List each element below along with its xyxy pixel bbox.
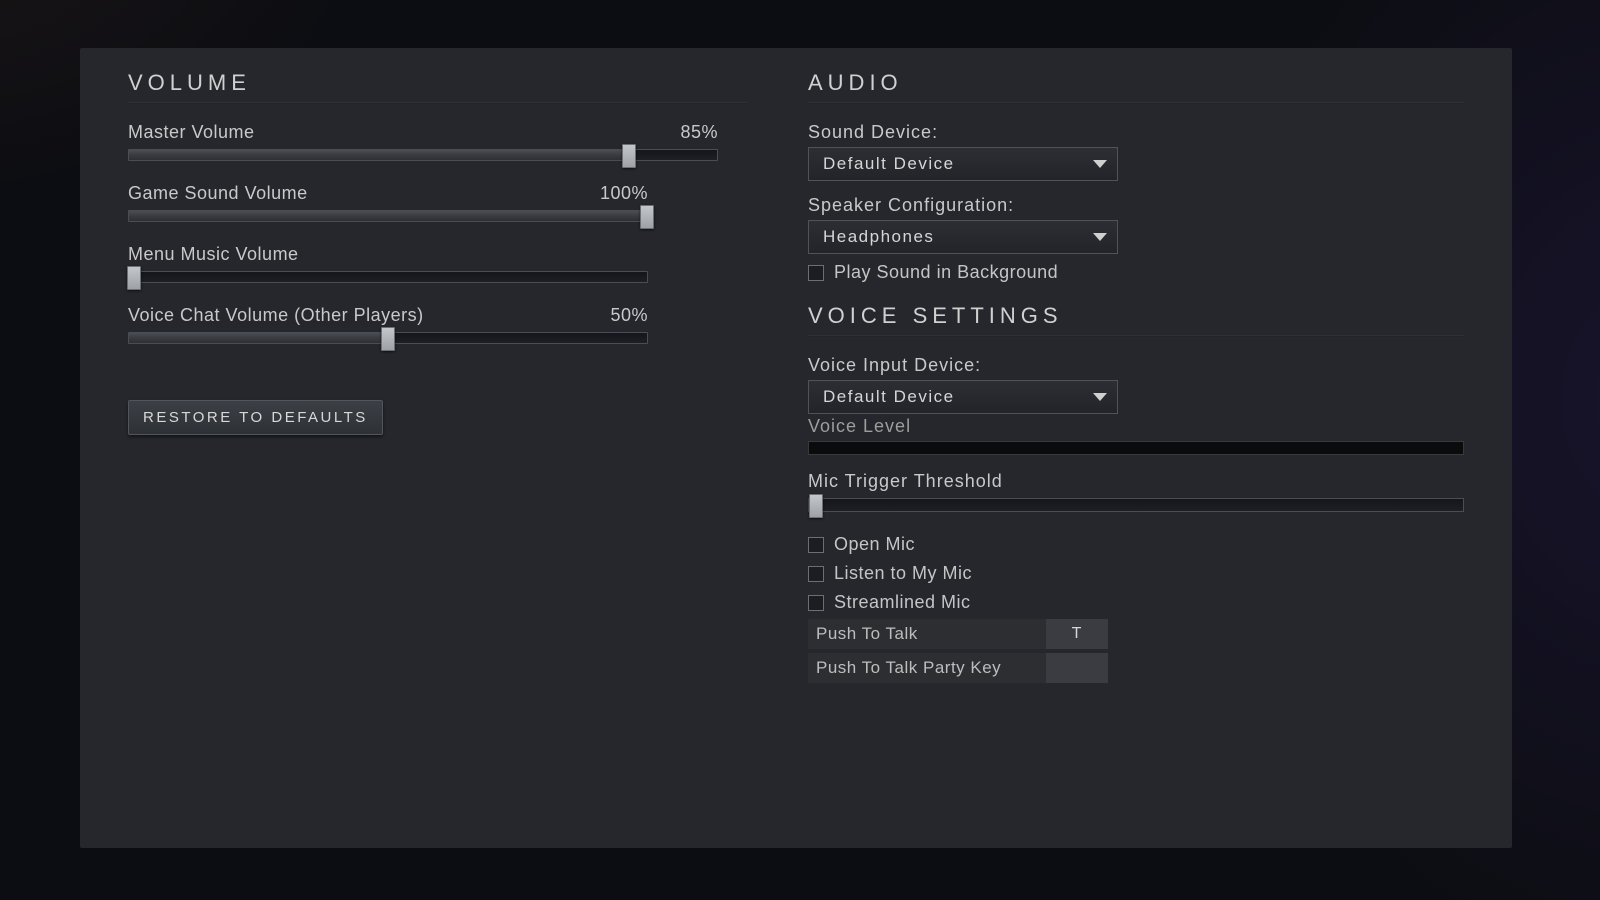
streamlined-mic-checkbox[interactable]: [808, 595, 824, 611]
voice-input-device-dropdown[interactable]: Default Device: [808, 380, 1118, 414]
divider: [808, 102, 1464, 104]
push-to-talk-party-label: Push To Talk Party Key: [808, 653, 1046, 683]
push-to-talk-party-keybind[interactable]: [1046, 653, 1108, 683]
audio-section-title: AUDIO: [808, 70, 1464, 96]
menu-music-label: Menu Music Volume: [128, 244, 299, 265]
restore-defaults-button[interactable]: RESTORE TO DEFAULTS: [128, 400, 383, 435]
mic-threshold-slider[interactable]: [808, 498, 1464, 512]
voice-input-device-label: Voice Input Device:: [808, 355, 1464, 376]
open-mic-checkbox[interactable]: [808, 537, 824, 553]
divider: [128, 102, 748, 104]
listen-to-my-mic-checkbox[interactable]: [808, 566, 824, 582]
slider-thumb[interactable]: [809, 494, 823, 518]
menu-music-block: Menu Music Volume: [128, 244, 648, 283]
push-to-talk-label: Push To Talk: [808, 619, 1046, 649]
chevron-down-icon: [1093, 160, 1107, 168]
audio-column: AUDIO Sound Device: Default Device Speak…: [808, 70, 1464, 687]
slider-thumb[interactable]: [127, 266, 141, 290]
game-sound-label: Game Sound Volume: [128, 183, 308, 204]
push-to-talk-party-row: Push To Talk Party Key: [808, 653, 1108, 683]
voice-chat-volume-block: Voice Chat Volume (Other Players) 50%: [128, 305, 648, 344]
slider-thumb[interactable]: [622, 144, 636, 168]
slider-fill: [129, 211, 647, 221]
push-to-talk-keybind[interactable]: T: [1046, 619, 1108, 649]
master-volume-slider[interactable]: [128, 149, 718, 161]
slider-thumb[interactable]: [381, 327, 395, 351]
menu-music-slider[interactable]: [128, 271, 648, 283]
open-mic-label: Open Mic: [834, 534, 915, 555]
master-volume-label: Master Volume: [128, 122, 255, 143]
chevron-down-icon: [1093, 393, 1107, 401]
master-volume-value: 85%: [680, 122, 718, 143]
sound-device-dropdown[interactable]: Default Device: [808, 147, 1118, 181]
game-sound-value: 100%: [600, 183, 648, 204]
mic-threshold-label: Mic Trigger Threshold: [808, 471, 1464, 492]
listen-to-my-mic-label: Listen to My Mic: [834, 563, 972, 584]
slider-fill: [129, 333, 388, 343]
voice-chat-volume-label: Voice Chat Volume (Other Players): [128, 305, 424, 326]
game-sound-block: Game Sound Volume 100%: [128, 183, 648, 222]
speaker-config-label: Speaker Configuration:: [808, 195, 1464, 216]
game-sound-slider[interactable]: [128, 210, 648, 222]
volume-section-title: VOLUME: [128, 70, 748, 96]
slider-thumb[interactable]: [640, 205, 654, 229]
play-sound-background-checkbox[interactable]: [808, 265, 824, 281]
voice-level-label: Voice Level: [808, 416, 1464, 437]
sound-device-label: Sound Device:: [808, 122, 1464, 143]
voice-section-title: VOICE SETTINGS: [808, 303, 1464, 329]
speaker-config-value: Headphones: [823, 227, 934, 247]
sound-device-value: Default Device: [823, 154, 955, 174]
chevron-down-icon: [1093, 233, 1107, 241]
voice-level-meter: [808, 441, 1464, 455]
audio-settings-panel: VOLUME Master Volume 85% Game Sound Volu…: [80, 48, 1512, 848]
divider: [808, 335, 1464, 337]
voice-chat-volume-slider[interactable]: [128, 332, 648, 344]
streamlined-mic-label: Streamlined Mic: [834, 592, 971, 613]
play-sound-background-label: Play Sound in Background: [834, 262, 1058, 283]
master-volume-block: Master Volume 85%: [128, 122, 718, 161]
voice-input-device-value: Default Device: [823, 387, 955, 407]
slider-fill: [129, 150, 629, 160]
push-to-talk-row: Push To Talk T: [808, 619, 1108, 649]
speaker-config-dropdown[interactable]: Headphones: [808, 220, 1118, 254]
volume-column: VOLUME Master Volume 85% Game Sound Volu…: [128, 70, 748, 687]
voice-chat-volume-value: 50%: [610, 305, 648, 326]
